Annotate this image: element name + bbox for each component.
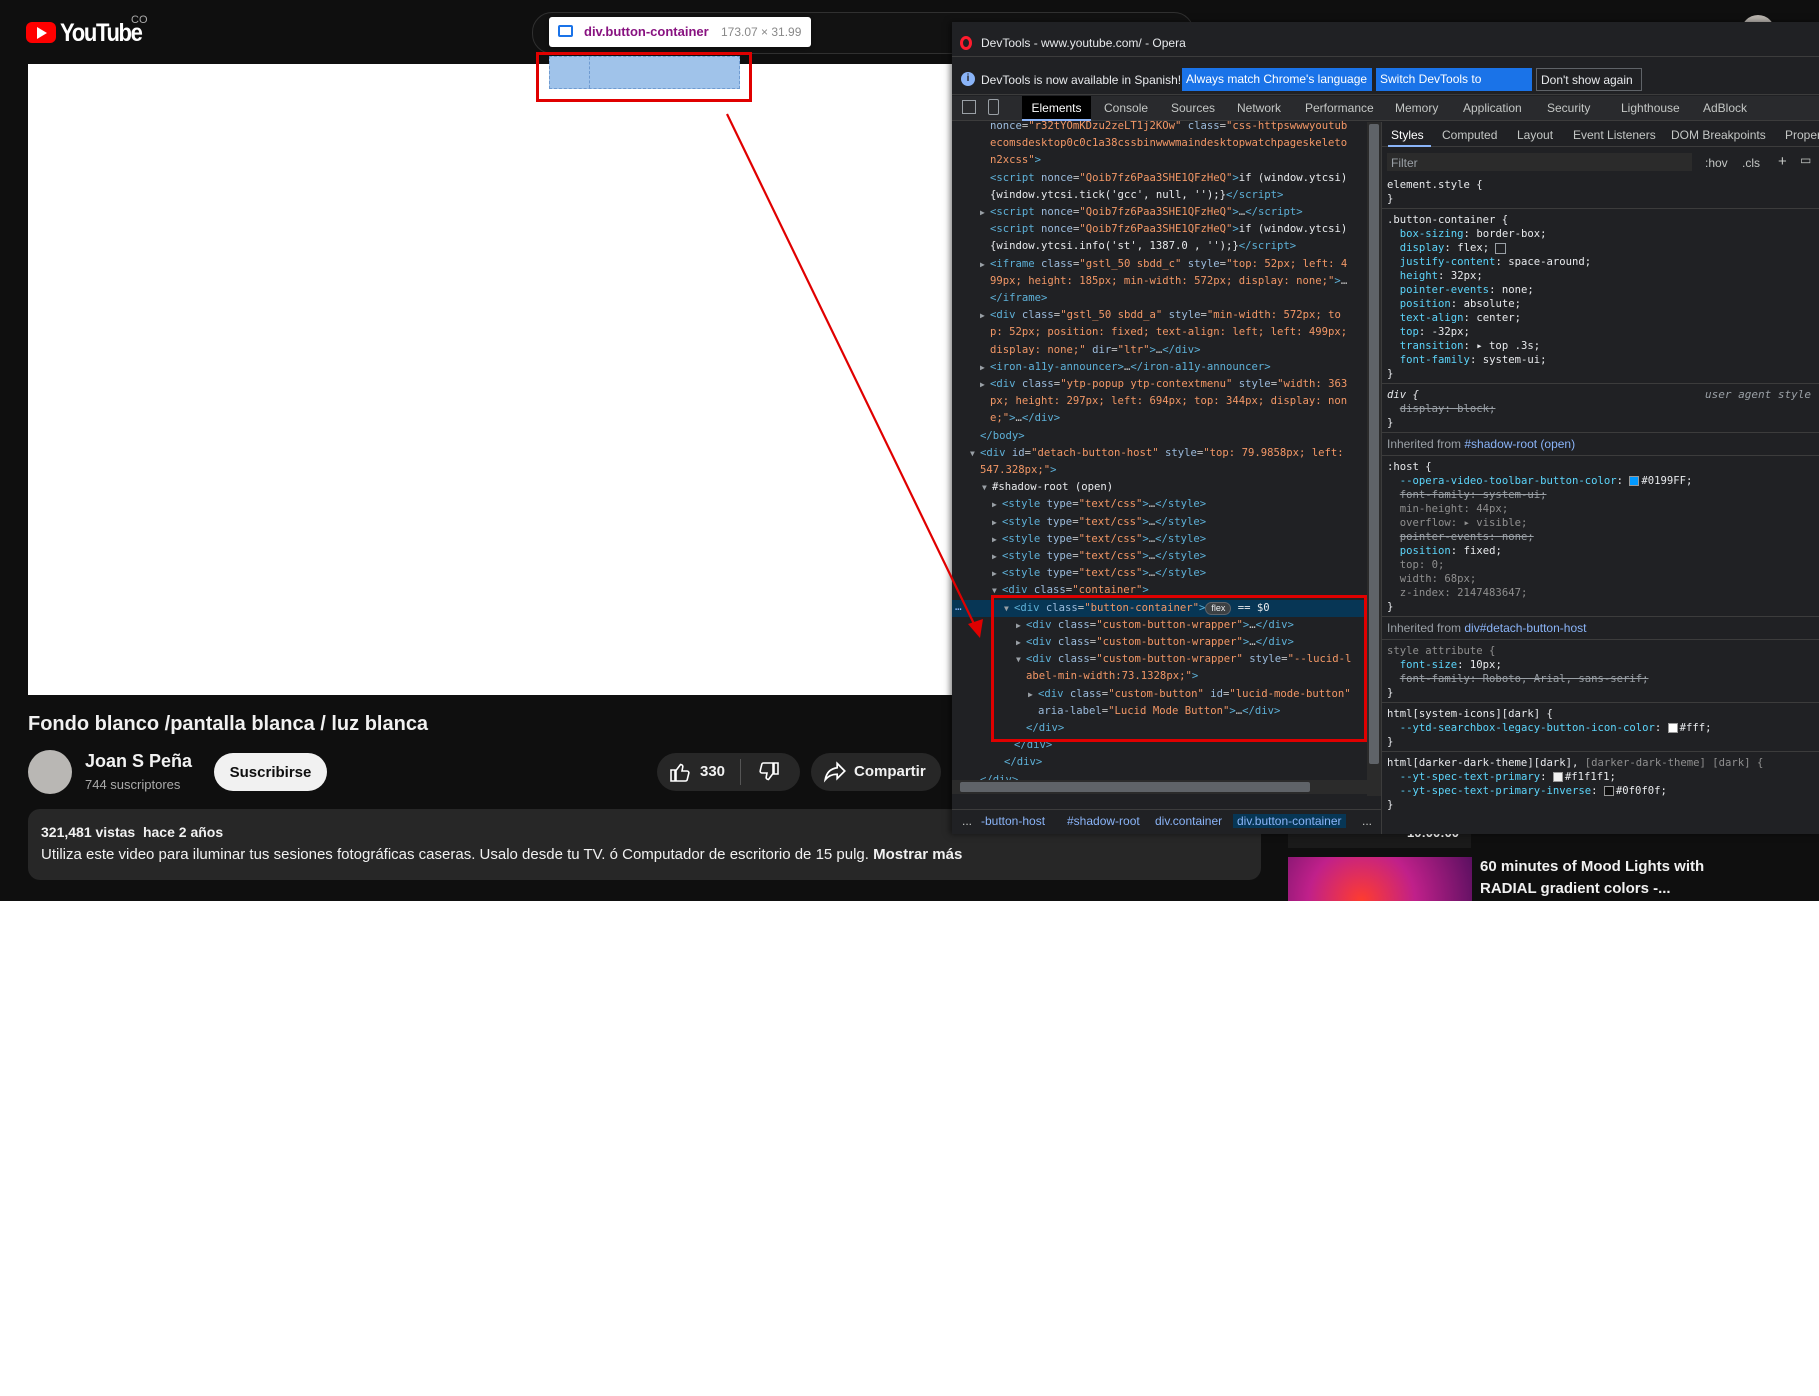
annotation-overlay [726,113,983,638]
annotation-box-page [536,52,752,102]
annotation-arrowhead [968,619,983,638]
annotation-arrow-line [726,113,977,629]
